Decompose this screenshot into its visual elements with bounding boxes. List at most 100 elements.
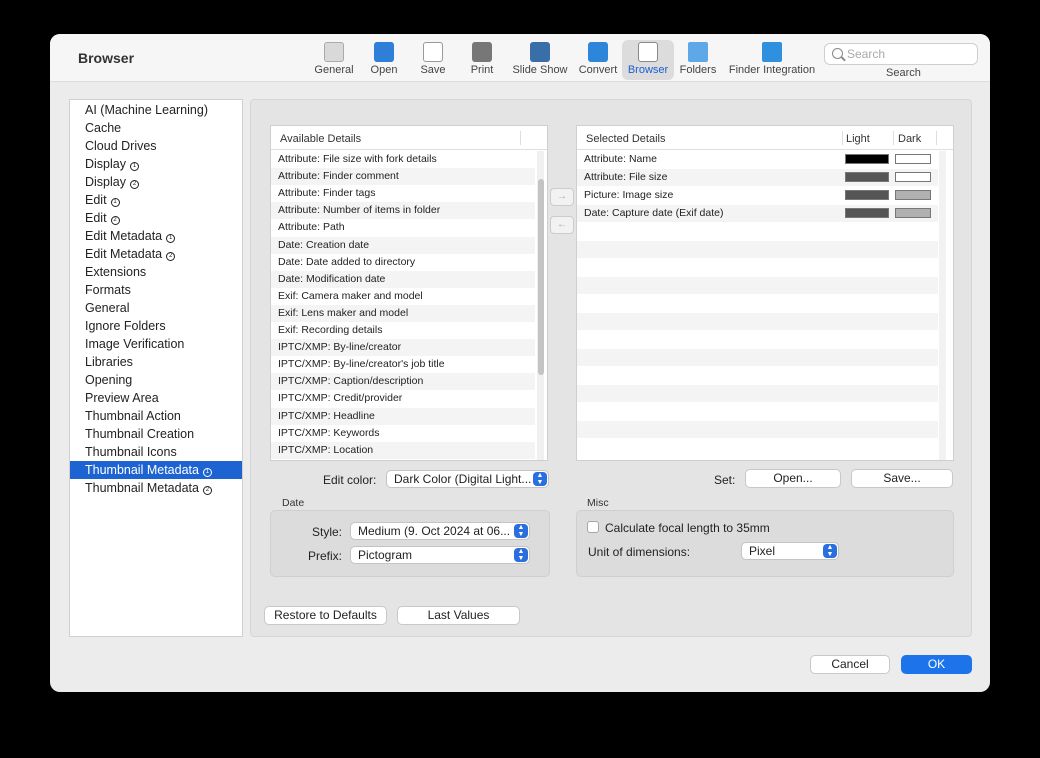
available-detail-row[interactable]: Attribute: Finder tags — [271, 185, 535, 202]
sidebar-item[interactable]: Thumbnail Creation — [70, 425, 242, 443]
dark-color-swatch[interactable] — [895, 208, 931, 218]
restore-defaults-button[interactable]: Restore to Defaults — [264, 606, 387, 625]
search-input[interactable] — [847, 46, 973, 62]
selected-scrollbar[interactable] — [939, 151, 946, 460]
toolbar-slide-show[interactable]: Slide Show — [511, 40, 569, 80]
selected-detail-label: Date: Capture date (Exif date) — [584, 207, 724, 219]
unit-label: Unit of dimensions: — [588, 545, 691, 559]
sidebar-item[interactable]: Edit 2 — [70, 209, 242, 227]
sidebar-item[interactable]: Edit Metadata 1 — [70, 227, 242, 245]
available-detail-row[interactable]: IPTC/XMP: Credit/provider — [271, 390, 535, 407]
available-detail-row[interactable]: Exif: Camera maker and model — [271, 288, 535, 305]
light-color-swatch[interactable] — [845, 154, 889, 164]
set-open-button[interactable]: Open... — [745, 469, 841, 488]
available-details-list[interactable]: Available Details Attribute: File size w… — [270, 125, 548, 461]
toolbar-save[interactable]: Save — [414, 40, 452, 80]
available-scrollbar-thumb[interactable] — [538, 179, 544, 375]
sidebar-item[interactable]: Cache — [70, 119, 242, 137]
misc-group-title: Misc — [587, 497, 609, 509]
empty-row — [577, 421, 938, 438]
date-prefix-select[interactable]: Pictogram ▲ ▼ — [350, 546, 530, 564]
sidebar-item[interactable]: Formats — [70, 281, 242, 299]
empty-row — [577, 367, 938, 384]
toolbar-open[interactable]: Open — [365, 40, 403, 80]
sidebar-item-label: Thumbnail Icons — [85, 445, 177, 459]
toolbar-convert[interactable]: Convert — [575, 40, 621, 80]
add-detail-button[interactable]: → — [550, 188, 574, 206]
chevron-updown-icon: ▲ ▼ — [533, 472, 547, 486]
selected-detail-row[interactable]: Date: Capture date (Exif date) — [577, 205, 938, 222]
focal-length-checkbox[interactable] — [587, 521, 599, 533]
set-save-button[interactable]: Save... — [851, 469, 953, 488]
sidebar-item-label: Cloud Drives — [85, 139, 157, 153]
sidebar-item[interactable]: Cloud Drives — [70, 137, 242, 155]
focal-length-label: Calculate focal length to 35mm — [605, 521, 770, 535]
available-detail-row[interactable]: Attribute: Finder comment — [271, 168, 535, 186]
search-field[interactable] — [824, 43, 978, 65]
available-detail-row[interactable]: IPTC/XMP: Caption/description — [271, 373, 535, 391]
sidebar-item[interactable]: Ignore Folders — [70, 317, 242, 335]
sidebar-item-label: Thumbnail Creation — [85, 427, 195, 441]
sidebar-item[interactable]: Image Verification — [70, 335, 242, 353]
toolbar-general[interactable]: General — [312, 40, 356, 80]
available-detail-row[interactable]: Date: Modification date — [271, 270, 535, 288]
available-detail-row[interactable]: IPTC/XMP: By-line/creator — [271, 339, 535, 357]
sidebar-item[interactable]: Thumbnail Metadata 1 — [70, 461, 242, 479]
sidebar-item[interactable]: Display 1 — [70, 155, 242, 173]
prefix-label: Prefix: — [308, 549, 343, 563]
sidebar-item[interactable]: Opening — [70, 371, 242, 389]
sidebar-item[interactable]: Display 2 — [70, 173, 242, 191]
last-values-button[interactable]: Last Values — [397, 606, 520, 625]
sidebar-item[interactable]: Thumbnail Icons — [70, 443, 242, 461]
empty-row — [577, 385, 938, 402]
light-color-swatch[interactable] — [845, 208, 889, 218]
unit-select[interactable]: Pixel ▲ ▼ — [741, 542, 839, 560]
sidebar-item[interactable]: AI (Machine Learning) — [70, 101, 242, 119]
available-detail-row[interactable]: IPTC/XMP: Location — [271, 441, 535, 459]
misc-group: Calculate focal length to 35mm Unit of d… — [576, 510, 954, 577]
selected-details-list[interactable]: Selected Details Light Dark Attribute: N… — [576, 125, 954, 461]
cancel-button[interactable]: Cancel — [810, 655, 890, 674]
dark-color-swatch[interactable] — [895, 190, 931, 200]
available-detail-row[interactable]: Attribute: Path — [271, 219, 535, 236]
edit-color-select[interactable]: Dark Color (Digital Light... ▲ ▼ — [386, 470, 549, 488]
sidebar-item[interactable]: Preview Area — [70, 389, 242, 407]
available-detail-row[interactable]: Exif: Lens maker and model — [271, 304, 535, 322]
available-detail-row[interactable]: IPTC/XMP: Keywords — [271, 425, 535, 442]
sidebar-item[interactable]: Thumbnail Action — [70, 407, 242, 425]
sidebar-item[interactable]: Edit Metadata 2 — [70, 245, 242, 263]
selected-detail-row[interactable]: Attribute: Name — [577, 151, 938, 168]
selected-detail-row[interactable]: Picture: Image size — [577, 187, 938, 204]
light-color-swatch[interactable] — [845, 190, 889, 200]
light-color-swatch[interactable] — [845, 172, 889, 182]
sidebar-item[interactable]: Edit 1 — [70, 191, 242, 209]
slideshow-icon — [530, 42, 550, 62]
toolbar-finder-integration[interactable]: Finder Integration — [727, 40, 817, 80]
window-title: Browser — [78, 50, 135, 66]
ok-button[interactable]: OK — [901, 655, 972, 674]
available-detail-row[interactable]: Exif: Recording details — [271, 322, 535, 339]
toolbar-browser[interactable]: Browser — [622, 40, 674, 80]
available-detail-row[interactable]: IPTC/XMP: Headline — [271, 407, 535, 425]
sidebar-item[interactable]: Thumbnail Metadata 2 — [70, 479, 242, 497]
toolbar-print[interactable]: Print — [463, 40, 501, 80]
available-detail-row[interactable]: IPTC/XMP: By-line/creator's job title — [271, 356, 535, 373]
selected-detail-row[interactable]: Attribute: File size — [577, 169, 938, 186]
sidebar-item-badge: 1 — [202, 468, 212, 477]
sidebar-item[interactable]: General — [70, 299, 242, 317]
toolbar-folders[interactable]: Folders — [677, 40, 719, 80]
available-detail-row[interactable]: Date: Date added to directory — [271, 254, 535, 271]
sidebar-item[interactable]: Extensions — [70, 263, 242, 281]
dark-color-swatch[interactable] — [895, 172, 931, 182]
dark-color-swatch[interactable] — [895, 154, 931, 164]
sidebar-item-label: Edit Metadata — [85, 229, 163, 243]
available-detail-row[interactable]: Date: Creation date — [271, 236, 535, 254]
remove-detail-button[interactable]: ← — [550, 216, 574, 234]
available-detail-row[interactable]: Attribute: Number of items in folder — [271, 202, 535, 220]
sidebar-item-badge: 2 — [166, 252, 176, 261]
available-detail-row[interactable]: Attribute: File size with fork details — [271, 151, 535, 168]
toolbar: Browser General Open Save Print Slide Sh… — [50, 34, 990, 82]
empty-row — [577, 349, 938, 366]
sidebar-item[interactable]: Libraries — [70, 353, 242, 371]
date-style-select[interactable]: Medium (9. Oct 2024 at 06... ▲ ▼ — [350, 522, 530, 540]
